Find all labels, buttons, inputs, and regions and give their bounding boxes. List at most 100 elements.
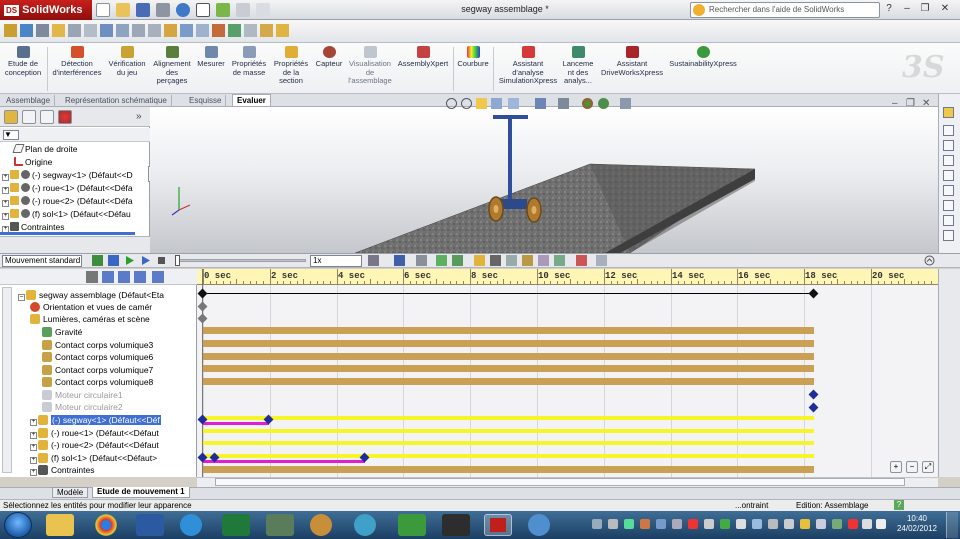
motion-item-segway[interactable]: + (-) segway<1> (Défaut<<Déf [30,414,208,427]
solidworks-taskbar-icon[interactable] [484,514,512,536]
task-pane-forum-icon[interactable] [943,215,954,226]
media-taskbar-icon[interactable] [266,514,294,536]
task-pane-design-library-icon[interactable] [943,125,954,136]
show-desktop-button[interactable] [946,512,958,538]
motion-item-contact8[interactable]: Contact corps volumique8 [42,376,220,389]
playback-mode-icon[interactable] [368,255,379,266]
minimize-icon[interactable]: – [900,3,914,15]
timeline-hscroll-thumb[interactable] [215,478,905,486]
tab-motion-study-1[interactable]: Etude de mouvement 1 [92,487,190,498]
gravity-icon[interactable] [554,255,565,266]
assembly-visualization-button[interactable]: Visualisation de l'assemblage [346,46,394,86]
start-button[interactable] [4,512,32,538]
tab-esquisse[interactable]: Esquisse [185,95,227,107]
hide-show-icon[interactable] [84,24,97,37]
expand-icon[interactable]: + [30,444,37,451]
light-icon[interactable] [164,24,177,37]
timeline-bar-roue2[interactable] [203,441,814,445]
tab-schematic-representation[interactable]: Représentation schématique [61,95,172,107]
sustainabilityxpress-button[interactable]: SustainabilityXpress [667,46,739,69]
motion-item-sol[interactable]: + (f) sol<1> (Défaut<<Défaut> [30,452,208,465]
rebuild-icon[interactable] [216,3,230,17]
results-plots-icon[interactable] [576,255,587,266]
explode-icon[interactable] [148,24,161,37]
tray-icon-12[interactable] [768,519,778,529]
tray-icon-10[interactable] [736,519,746,529]
sketch-icon[interactable] [132,24,145,37]
task-pane-search-icon[interactable] [943,155,954,166]
display-style-icon[interactable] [558,98,569,109]
analysis-launch-button[interactable]: Lanceme nt des analys... [561,46,595,86]
dynamic-annotation-icon[interactable] [508,98,519,109]
tray-icon-1[interactable] [592,519,602,529]
motion-item-camera-orientation[interactable]: Orientation et vues de camér [30,301,208,314]
undo-icon[interactable] [176,3,190,17]
timeline-bar-contact3[interactable] [203,340,814,347]
expand-icon[interactable]: + [2,200,9,207]
scene-icon[interactable] [598,98,609,109]
solidworks-logo[interactable]: DS SolidWorks [0,0,92,20]
panel-splitter[interactable] [0,236,150,253]
tree-item-origin[interactable]: Origine [0,156,148,169]
move-component-icon[interactable] [68,24,81,37]
expand-icon[interactable]: + [2,213,9,220]
network-icon[interactable] [862,519,872,529]
timeline-bar-sol[interactable] [203,454,814,458]
configuration-tab-icon[interactable] [40,110,54,124]
tray-icon-6[interactable] [672,519,682,529]
expand-icon[interactable]: + [2,187,9,194]
camera-icon[interactable] [180,24,193,37]
timeline-area[interactable] [197,269,938,477]
expand-icon[interactable]: + [30,419,37,426]
filter-driving-icon[interactable] [102,271,114,283]
tray-icon-11[interactable] [752,519,762,529]
task-pane-extra-icon[interactable] [943,230,954,241]
viewport-close-icon[interactable]: ✕ [922,98,930,109]
task-pane-appearances-icon[interactable] [943,185,954,196]
motion-item-motor1[interactable]: Moteur circulaire1 [42,389,220,402]
tray-icon-2[interactable] [608,519,618,529]
tray-icon-17[interactable] [848,519,858,529]
current-time-bar[interactable] [202,269,203,477]
play-from-start-icon[interactable] [108,255,119,266]
render-icon[interactable] [212,24,225,37]
previous-view-icon[interactable] [476,98,487,109]
play-alt-icon[interactable] [140,255,151,266]
graphics-viewport[interactable] [150,107,938,254]
paint-brush-taskbar-icon[interactable] [528,514,550,536]
viewport-restore-icon[interactable]: ❐ [906,98,915,109]
paint-taskbar-icon[interactable] [310,514,332,536]
filter-icon[interactable]: ▼ [3,130,19,140]
zoom-area-icon[interactable] [461,98,472,109]
expand-icon[interactable]: + [2,174,9,181]
bulb-icon[interactable] [276,24,289,37]
expand-icon[interactable]: + [30,432,37,439]
zoom-out-timeline-icon[interactable]: − [906,461,918,473]
hole-alignment-button[interactable]: Alignement des perçages [150,46,194,86]
help-search-input[interactable]: Rechercher dans l'aide de SolidWorks [690,2,880,18]
viewport-minimize-icon[interactable]: – [892,98,898,109]
toolbox-icon[interactable] [4,24,17,37]
section-view-icon[interactable] [491,98,502,109]
view-orientation-icon[interactable] [535,98,546,109]
expand-icon[interactable]: + [30,469,37,476]
r-taskbar-icon[interactable] [354,514,376,536]
word-taskbar-icon[interactable] [136,514,164,536]
simulationxpress-button[interactable]: Assistant d'analyse SimulationXpress [496,46,560,86]
motion-item-roue1[interactable]: + (-) roue<1> (Défaut<<Défaut [30,427,208,440]
expand-icon[interactable]: + [30,457,37,464]
timeline-bar-contact6[interactable] [203,353,814,360]
expand-panel-icon[interactable]: » [136,111,142,122]
timeline-bar-segway[interactable] [203,416,814,420]
task-pane-view-palette-icon[interactable] [943,170,954,181]
task-pane-custom-properties-icon[interactable] [943,200,954,211]
calculate-icon[interactable] [92,255,103,266]
chrome-taskbar-icon[interactable] [95,514,117,536]
contact-icon[interactable] [538,255,549,266]
timeline-bar-roue1[interactable] [203,429,814,433]
mass-properties-button[interactable]: Propriétés de masse [229,46,269,77]
measure-icon[interactable] [244,24,257,37]
motion-item-contact3[interactable]: Contact corps volumique3 [42,339,220,352]
curvature-button[interactable]: Courbure [456,46,490,69]
damper-icon[interactable] [506,255,517,266]
